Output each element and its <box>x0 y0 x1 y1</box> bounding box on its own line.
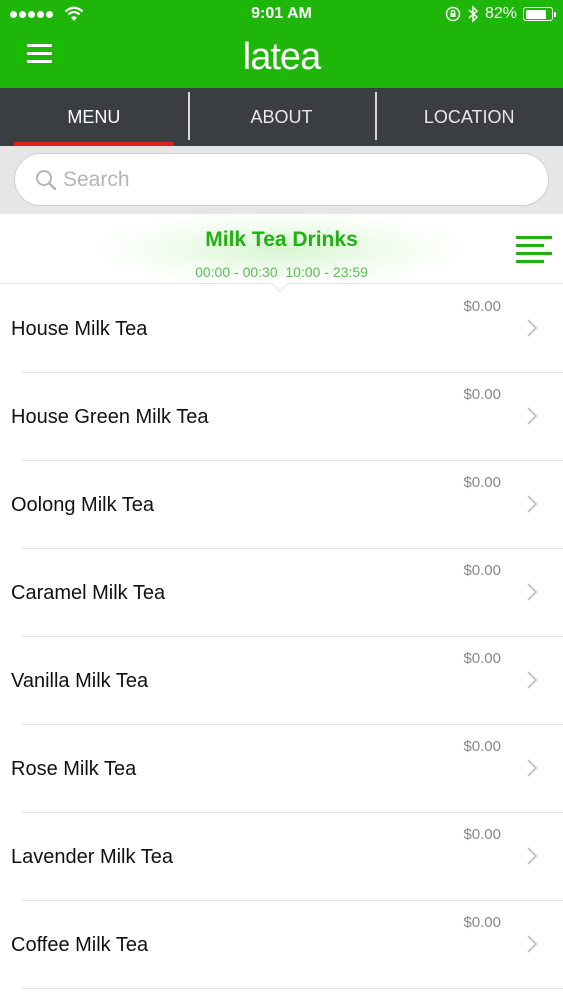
menu-item-price: $0.00 <box>463 474 501 491</box>
menu-list: House Milk Tea $0.00 House Green Milk Tea $… <box>0 285 563 989</box>
category-title: Milk Tea Drinks <box>205 228 358 251</box>
menu-item-name: House Milk Tea <box>11 318 148 340</box>
search-placeholder: Search <box>63 167 130 191</box>
menu-item-name: House Green Milk Tea <box>11 406 209 428</box>
chevron-right-icon <box>527 759 538 777</box>
chevron-right-icon <box>527 583 538 601</box>
app-header: 9:01 AM 82% latea <box>0 0 563 88</box>
tab-about[interactable]: ABOUT <box>187 88 376 146</box>
menu-item-price: $0.00 <box>463 738 501 755</box>
chevron-right-icon <box>527 671 538 689</box>
menu-item[interactable]: Rose Milk Tea $0.00 <box>0 725 563 813</box>
menu-item-price: $0.00 <box>463 650 501 667</box>
category-header: Milk Tea Drinks 00:00 - 00:30, 10:00 - 2… <box>0 214 563 284</box>
search-input[interactable]: Search <box>14 153 549 206</box>
menu-item[interactable]: House Green Milk Tea $0.00 <box>0 373 563 461</box>
list-filter-icon[interactable] <box>516 236 552 264</box>
tab-menu-label: MENU <box>67 106 121 127</box>
tab-bar: MENU ABOUT LOCATION <box>0 88 563 146</box>
tab-location[interactable]: LOCATION <box>375 88 563 146</box>
battery-percent: 82% <box>484 5 517 22</box>
menu-item-price: $0.00 <box>463 562 501 579</box>
tab-menu[interactable]: MENU <box>0 88 188 146</box>
orientation-lock-icon <box>445 6 461 22</box>
menu-item-name: Lavender Milk Tea <box>11 846 173 868</box>
tab-location-label: LOCATION <box>423 106 515 127</box>
chevron-right-icon <box>527 319 538 337</box>
menu-item-price: $0.00 <box>463 914 501 931</box>
menu-item-name: Oolong Milk Tea <box>11 494 155 516</box>
menu-item-name: Vanilla Milk Tea <box>11 670 149 692</box>
battery-icon <box>523 7 556 21</box>
menu-item[interactable]: House Milk Tea $0.00 <box>0 285 563 373</box>
bluetooth-icon <box>468 5 479 23</box>
search-area: Search <box>0 146 563 214</box>
chevron-right-icon <box>527 407 538 425</box>
search-icon <box>36 169 57 190</box>
menu-item[interactable]: Vanilla Milk Tea $0.00 <box>0 637 563 725</box>
chevron-right-icon <box>527 495 538 513</box>
menu-item[interactable]: Caramel Milk Tea $0.00 <box>0 549 563 637</box>
menu-item[interactable]: Lavender Milk Tea $0.00 <box>0 813 563 901</box>
app-title: latea <box>242 36 321 78</box>
menu-item-name: Caramel Milk Tea <box>11 582 166 604</box>
row-divider <box>22 988 563 989</box>
menu-item-name: Coffee Milk Tea <box>11 934 149 956</box>
tab-about-label: ABOUT <box>250 106 313 127</box>
chevron-right-icon <box>527 847 538 865</box>
chevron-right-icon <box>527 935 538 953</box>
menu-item-name: Rose Milk Tea <box>11 758 137 780</box>
menu-item[interactable]: Oolong Milk Tea $0.00 <box>0 461 563 549</box>
status-bar: 9:01 AM 82% <box>0 0 563 30</box>
status-right-group: 82% <box>445 5 556 23</box>
menu-item-price: $0.00 <box>463 826 501 843</box>
menu-item[interactable]: Coffee Milk Tea $0.00 <box>0 901 563 989</box>
menu-item-price: $0.00 <box>463 298 501 315</box>
menu-item-price: $0.00 <box>463 386 501 403</box>
